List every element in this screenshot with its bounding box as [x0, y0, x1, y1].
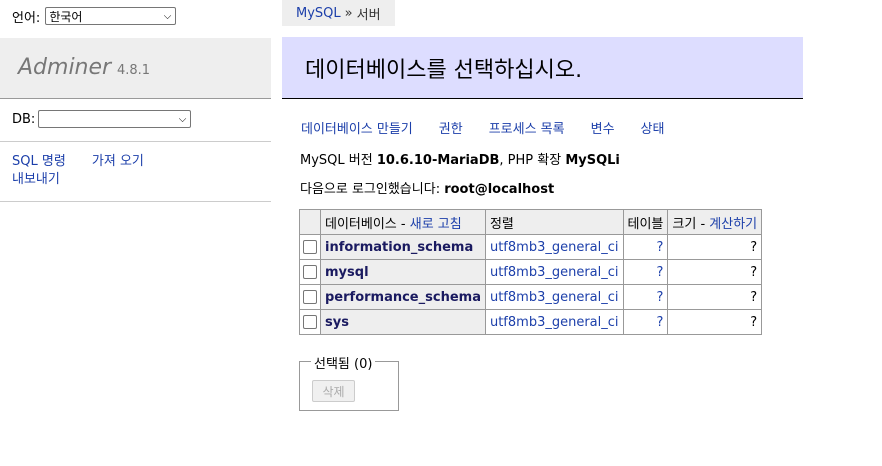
header-dash: - — [396, 216, 410, 232]
export-link[interactable]: 내보내기 — [12, 172, 60, 187]
row-checkbox[interactable] — [303, 265, 317, 279]
processlist-link[interactable]: 프로세스 목록 — [489, 118, 565, 137]
collation-link[interactable]: utf8mb3_general_ci — [490, 265, 619, 280]
database-name[interactable]: mysql — [320, 259, 486, 285]
login-user: root@localhost — [444, 182, 555, 197]
breadcrumb: MySQL » 서버 — [282, 0, 395, 26]
login-info: 다음으로 로그인했습니다: root@localhost — [300, 178, 554, 197]
action-links: 데이터베이스 만들기 권한 프로세스 목록 변수 상태 — [301, 118, 690, 137]
privileges-link[interactable]: 권한 — [439, 118, 463, 137]
language-label: 언어: — [12, 10, 41, 26]
breadcrumb-separator: » — [344, 5, 353, 21]
database-name[interactable]: information_schema — [320, 234, 486, 260]
tables-count-link[interactable]: ? — [622, 234, 669, 260]
tables-count-link[interactable]: ? — [622, 284, 669, 310]
row-checkbox[interactable] — [303, 240, 317, 254]
db-select[interactable]: ⌵ — [38, 110, 192, 128]
collation-link[interactable]: utf8mb3_general_ci — [490, 315, 619, 330]
selected-fieldset: 선택됨 (0) 삭제 — [299, 353, 399, 411]
size-value: ? — [667, 234, 763, 260]
table-row: mysql utf8mb3_general_ci ? ? — [299, 259, 763, 285]
chevron-down-icon: ⌵ — [178, 113, 187, 125]
sidebar-divider — [0, 201, 271, 202]
version-info: MySQL 버전 10.6.10-MariaDB, PHP 확장 MySQLi — [300, 149, 620, 168]
db-label: DB: — [12, 111, 36, 127]
version-label: 4.8.1 — [117, 63, 151, 78]
status-link[interactable]: 상태 — [641, 118, 665, 137]
language-select[interactable]: 한국어 ⌵ — [45, 7, 177, 25]
refresh-link[interactable]: 새로 고침 — [410, 217, 462, 232]
create-database-link[interactable]: 데이터베이스 만들기 — [301, 118, 413, 137]
language-select-value: 한국어 — [49, 9, 83, 24]
tables-count-link[interactable]: ? — [622, 259, 669, 285]
breadcrumb-server-type-link[interactable]: MySQL — [296, 6, 341, 21]
collation-link[interactable]: utf8mb3_general_ci — [490, 290, 619, 305]
chevron-down-icon: ⌵ — [163, 10, 172, 22]
adminer-logo-link[interactable]: Adminer — [18, 55, 111, 80]
tables-count-link[interactable]: ? — [622, 309, 669, 335]
compute-link[interactable]: 계산하기 — [709, 217, 757, 232]
database-table: 데이터베이스 - 새로 고침 정렬 테이블 크기 - 계산하기 informat… — [299, 209, 763, 335]
size-value: ? — [667, 309, 763, 335]
sql-command-link[interactable]: SQL 명령 — [12, 154, 66, 169]
collation-column-header: 정렬 — [484, 209, 624, 235]
table-row: performance_schema utf8mb3_general_ci ? … — [299, 284, 763, 310]
table-row: sys utf8mb3_general_ci ? ? — [299, 309, 763, 335]
database-name[interactable]: sys — [320, 309, 486, 335]
db-select-row: DB: ⌵ — [12, 110, 192, 128]
database-name[interactable]: performance_schema — [320, 284, 486, 310]
login-prefix: 다음으로 로그인했습니다: — [300, 182, 441, 197]
size-value: ? — [667, 284, 763, 310]
size-column-header: 크기 - 계산하기 — [667, 209, 763, 235]
database-header-label: 데이터베이스 — [325, 216, 397, 232]
sidebar-divider — [0, 141, 271, 142]
extension-prefix: , PHP 확장 — [499, 153, 562, 168]
variables-link[interactable]: 변수 — [591, 118, 615, 137]
import-link[interactable]: 가져 오기 — [92, 154, 144, 169]
database-column-header: 데이터베이스 - 새로 고침 — [320, 209, 486, 235]
logo-box: Adminer 4.8.1 — [0, 38, 271, 99]
language-bar: 언어: 한국어 ⌵ — [12, 6, 177, 26]
sidebar-links: SQL 명령 가져 오기 내보내기 — [12, 153, 262, 189]
size-value: ? — [667, 259, 763, 285]
row-checkbox[interactable] — [303, 290, 317, 304]
page-title: 데이터베이스를 선택하십시오. — [282, 37, 803, 99]
select-all-header — [299, 209, 321, 235]
tables-column-header: 테이블 — [622, 209, 669, 235]
php-extension: MySQLi — [565, 153, 620, 168]
table-header-row: 데이터베이스 - 새로 고침 정렬 테이블 크기 - 계산하기 — [299, 209, 763, 235]
table-row: information_schema utf8mb3_general_ci ? … — [299, 234, 763, 260]
server-version: 10.6.10-MariaDB — [376, 153, 500, 168]
selected-legend: 선택됨 (0) — [311, 353, 376, 372]
collation-link[interactable]: utf8mb3_general_ci — [490, 240, 619, 255]
delete-button[interactable]: 삭제 — [312, 380, 355, 402]
header-dash: - — [696, 216, 710, 232]
row-checkbox[interactable] — [303, 315, 317, 329]
size-header-label: 크기 — [672, 216, 697, 232]
version-prefix: MySQL 버전 — [300, 153, 373, 168]
breadcrumb-current: 서버 — [356, 7, 381, 23]
